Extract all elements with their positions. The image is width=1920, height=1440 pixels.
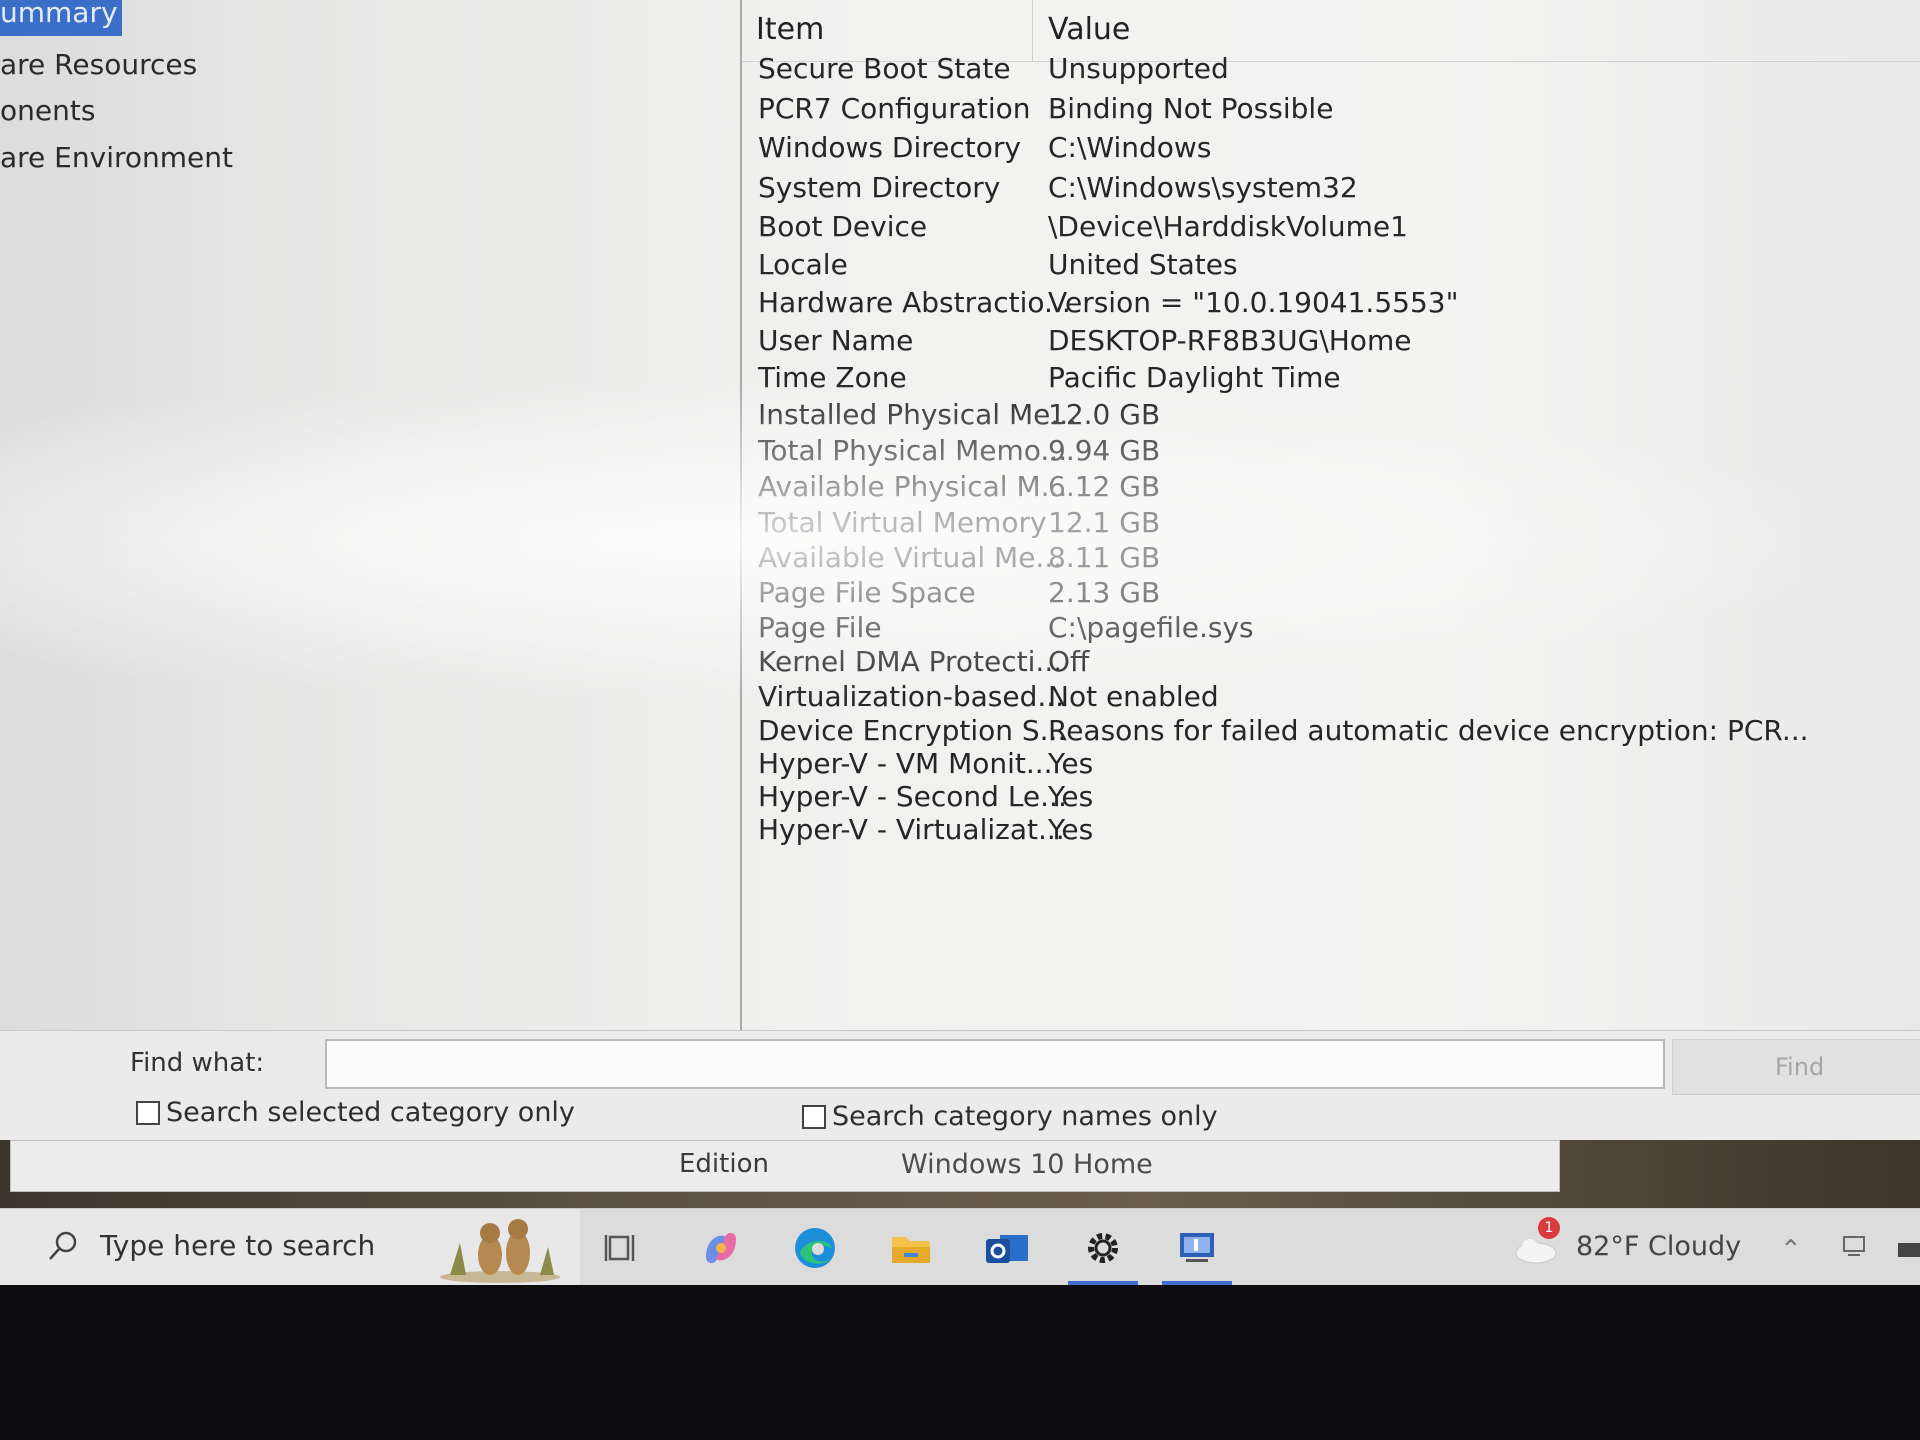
row-value: C:\Windows [1048, 131, 1212, 164]
find-bar: Find what: Find Search selected category… [0, 1030, 1920, 1140]
search-icon [49, 1231, 77, 1260]
row-item: Hyper-V - Virtualizat... [758, 813, 1065, 846]
task-view-icon[interactable] [598, 1223, 648, 1273]
battery-icon[interactable] [1898, 1243, 1920, 1257]
row-value: C:\Windows\system32 [1048, 171, 1358, 204]
edition-value: Windows 10 Home [901, 1149, 1153, 1180]
find-what-input[interactable] [325, 1039, 1665, 1089]
row-item: Secure Boot State [758, 52, 1011, 85]
row-item: Boot Device [758, 210, 928, 243]
find-button[interactable]: Find [1672, 1039, 1920, 1095]
row-value: Binding Not Possible [1048, 92, 1334, 125]
table-row[interactable]: PCR7 Configuration Binding Not Possible [742, 86, 1920, 130]
checkbox-box[interactable] [136, 1100, 160, 1125]
taskbar: Type here to search 1 82°F Cloudy ⌃ [0, 1208, 1920, 1285]
column-header-value[interactable]: Value [1048, 12, 1130, 47]
details-list[interactable]: Item Value Secure Boot State Unsupported P… [740, 0, 1920, 1030]
row-value: 9.94 GB [1048, 434, 1161, 467]
row-item: User Name [758, 324, 914, 357]
table-row[interactable]: Hyper-V - Virtualizat... Yes [742, 807, 1920, 851]
row-item: Locale [758, 248, 848, 281]
row-value: Version = "10.0.19041.5553" [1048, 286, 1459, 319]
checkbox-label: Search category names only [832, 1101, 1218, 1132]
row-item: PCR7 Configuration [758, 92, 1031, 125]
row-item: System Directory [758, 171, 1001, 204]
row-item: Installed Physical Me... [758, 398, 1078, 431]
settings-icon[interactable] [1078, 1223, 1128, 1273]
system-information-icon[interactable] [1172, 1223, 1222, 1273]
copilot-icon[interactable] [696, 1223, 746, 1273]
row-item: Time Zone [758, 361, 907, 394]
system-information-active-indicator [1162, 1281, 1232, 1285]
weather-text[interactable]: 82°F Cloudy [1576, 1231, 1741, 1262]
search-selected-category-checkbox[interactable]: Search selected category only [136, 1097, 575, 1128]
weather-notification-badge: 1 [1538, 1217, 1560, 1239]
outlook-icon[interactable] [982, 1223, 1032, 1273]
row-value: 12.0 GB [1048, 398, 1161, 431]
table-row[interactable]: System Directory C:\Windows\system32 [742, 165, 1920, 209]
tree-item-hardware-resources[interactable]: are Resources [0, 48, 197, 81]
settings-active-indicator [1068, 1281, 1138, 1285]
meerkat-search-highlight-icon [440, 1219, 560, 1283]
row-item: Available Physical M... [758, 470, 1068, 503]
chevron-up-icon[interactable]: ⌃ [1780, 1235, 1802, 1265]
table-row[interactable]: Windows Directory C:\Windows [742, 125, 1920, 169]
tree-item-software-environment[interactable]: are Environment [0, 141, 233, 174]
checkbox-box[interactable] [802, 1104, 826, 1129]
edge-icon[interactable] [790, 1223, 840, 1273]
table-row[interactable]: Secure Boot State Unsupported [742, 46, 1920, 90]
row-value: DESKTOP-RF8B3UG\Home [1048, 324, 1412, 357]
tree-item-components[interactable]: onents [0, 94, 95, 127]
row-item: Total Physical Memo... [758, 434, 1068, 467]
find-what-label: Find what: [130, 1048, 265, 1078]
row-value: Pacific Daylight Time [1048, 361, 1341, 394]
row-value: Unsupported [1048, 52, 1229, 85]
network-icon[interactable] [1840, 1231, 1870, 1261]
row-item: Windows Directory [758, 131, 1021, 164]
edition-label: Edition [679, 1149, 769, 1179]
taskbar-search-placeholder: Type here to search [100, 1229, 376, 1262]
checkbox-label: Search selected category only [166, 1097, 575, 1128]
row-value: \Device\HarddiskVolume1 [1048, 210, 1408, 243]
row-value: United States [1048, 248, 1238, 281]
find-button-label: Find [1775, 1053, 1825, 1081]
row-value: Yes [1048, 813, 1094, 846]
tree-item-system-summary[interactable]: ummary [0, 0, 122, 36]
row-item: Hardware Abstractio... [758, 286, 1071, 319]
edition-panel: Edition Windows 10 Home [10, 1140, 1560, 1192]
row-value: 6.12 GB [1048, 470, 1161, 503]
taskbar-search-box[interactable]: Type here to search [0, 1209, 580, 1285]
file-explorer-icon[interactable] [886, 1223, 936, 1273]
category-tree[interactable]: ummary are Resources onents are Environm… [0, 0, 740, 1025]
column-header-item[interactable]: Item [756, 12, 824, 47]
screen: ummary are Resources onents are Environm… [0, 0, 1920, 1285]
search-category-names-checkbox[interactable]: Search category names only [802, 1101, 1218, 1132]
